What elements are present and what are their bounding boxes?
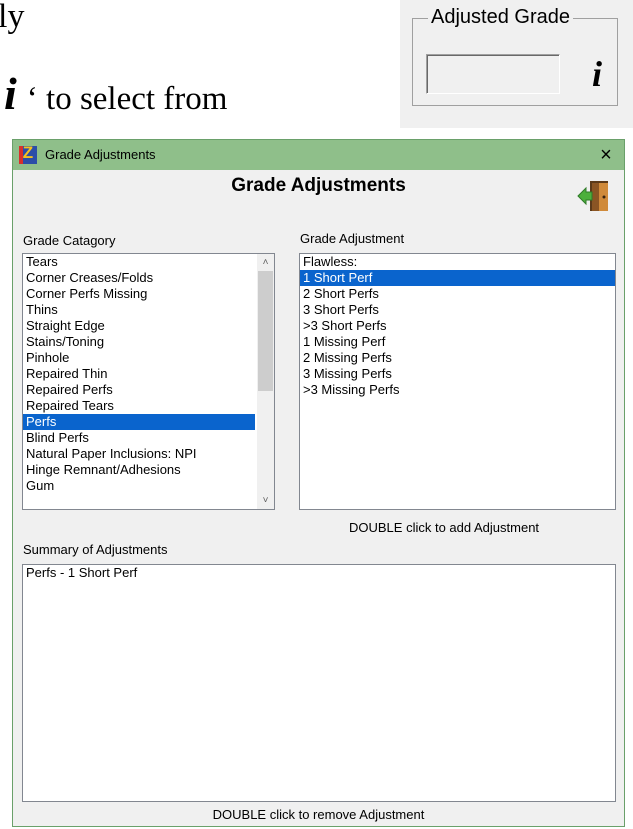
scroll-up-icon[interactable]: ˄ <box>257 254 274 271</box>
category-list-item[interactable]: Corner Creases/Folds <box>23 270 255 286</box>
adjustment-list-item[interactable]: 1 Short Perf <box>300 270 615 286</box>
category-list-item[interactable]: Perfs <box>23 414 255 430</box>
scroll-down-icon[interactable]: ˅ <box>257 492 274 509</box>
grade-adjustments-window: Z Grade Adjustments × Grade Adjustments … <box>12 139 625 827</box>
scroll-thumb[interactable] <box>258 271 273 391</box>
category-list-item[interactable]: Blind Perfs <box>23 430 255 446</box>
adjustment-list-item[interactable]: 1 Missing Perf <box>300 334 615 350</box>
exit-door-icon <box>577 181 608 211</box>
grade-category-list[interactable]: Tears Corner Creases/Folds Corner Perfs Mi… <box>22 253 275 510</box>
grade-adjustment-label: Grade Adjustment <box>300 231 405 246</box>
document-fragment: ly i ‘ to select from <box>0 0 400 140</box>
adjusted-grade-panel: Adjusted Grade i <box>400 0 633 128</box>
summary-list[interactable]: Perfs - 1 Short Perf <box>22 564 616 802</box>
info-i-icon: i <box>4 68 17 119</box>
window-title: Grade Adjustments <box>45 147 156 162</box>
category-list-item[interactable]: Straight Edge <box>23 318 255 334</box>
category-list-item[interactable]: Repaired Tears <box>23 398 255 414</box>
adjustment-list-item[interactable]: 3 Missing Perfs <box>300 366 615 382</box>
category-list-item[interactable]: Repaired Perfs <box>23 382 255 398</box>
summary-rows: Perfs - 1 Short Perf <box>23 565 615 581</box>
title-bar[interactable]: Z Grade Adjustments × <box>13 140 624 170</box>
grade-adjustment-list[interactable]: Flawless: 1 Short Perf 2 Short Perfs 3 Shor… <box>299 253 616 510</box>
category-list-item[interactable]: Corner Perfs Missing <box>23 286 255 302</box>
add-adjustment-hint: DOUBLE click to add Adjustment <box>349 520 540 535</box>
adjustment-list-item[interactable]: 2 Missing Perfs <box>300 350 615 366</box>
category-list-item[interactable]: Tears <box>23 254 255 270</box>
doc-text-line-2: i ‘ to select from <box>4 71 228 119</box>
grade-adjustment-rows: Flawless: 1 Short Perf 2 Short Perfs 3 Shor… <box>300 254 615 398</box>
doc-text-line-1: ly <box>0 0 25 35</box>
category-list-item[interactable]: Stains/Toning <box>23 334 255 350</box>
adjustment-list-item[interactable]: Flawless: <box>300 254 615 270</box>
exit-door-button[interactable] <box>576 178 612 214</box>
app-icon: Z <box>19 143 37 164</box>
adjustment-list-item[interactable]: >3 Short Perfs <box>300 318 615 334</box>
summary-label: Summary of Adjustments <box>23 542 168 557</box>
adjusted-grade-field[interactable] <box>426 54 560 94</box>
category-list-item[interactable]: Natural Paper Inclusions: NPI <box>23 446 255 462</box>
info-icon[interactable]: i <box>582 54 612 94</box>
grade-category-rows: Tears Corner Creases/Folds Corner Perfs Mi… <box>23 254 274 494</box>
category-list-item[interactable]: Pinhole <box>23 350 255 366</box>
close-button[interactable]: × <box>594 143 618 167</box>
doc-text-line-2-rest: ‘ to select from <box>26 81 228 117</box>
category-list-item[interactable]: Thins <box>23 302 255 318</box>
dialog-heading: Grade Adjustments <box>231 175 406 196</box>
grade-category-label: Grade Catagory <box>23 233 116 248</box>
summary-list-item[interactable]: Perfs - 1 Short Perf <box>23 565 615 581</box>
remove-adjustment-hint: DOUBLE click to remove Adjustment <box>212 807 425 822</box>
category-list-item[interactable]: Hinge Remnant/Adhesions <box>23 462 255 478</box>
adjustment-list-item[interactable]: 3 Short Perfs <box>300 302 615 318</box>
category-list-item[interactable]: Gum <box>23 478 255 494</box>
category-scrollbar[interactable]: ˄ ˅ <box>257 254 274 509</box>
adjustment-list-item[interactable]: 2 Short Perfs <box>300 286 615 302</box>
category-list-item[interactable]: Repaired Thin <box>23 366 255 382</box>
adjusted-grade-legend: Adjusted Grade <box>428 6 573 29</box>
adjustment-list-item[interactable]: >3 Missing Perfs <box>300 382 615 398</box>
